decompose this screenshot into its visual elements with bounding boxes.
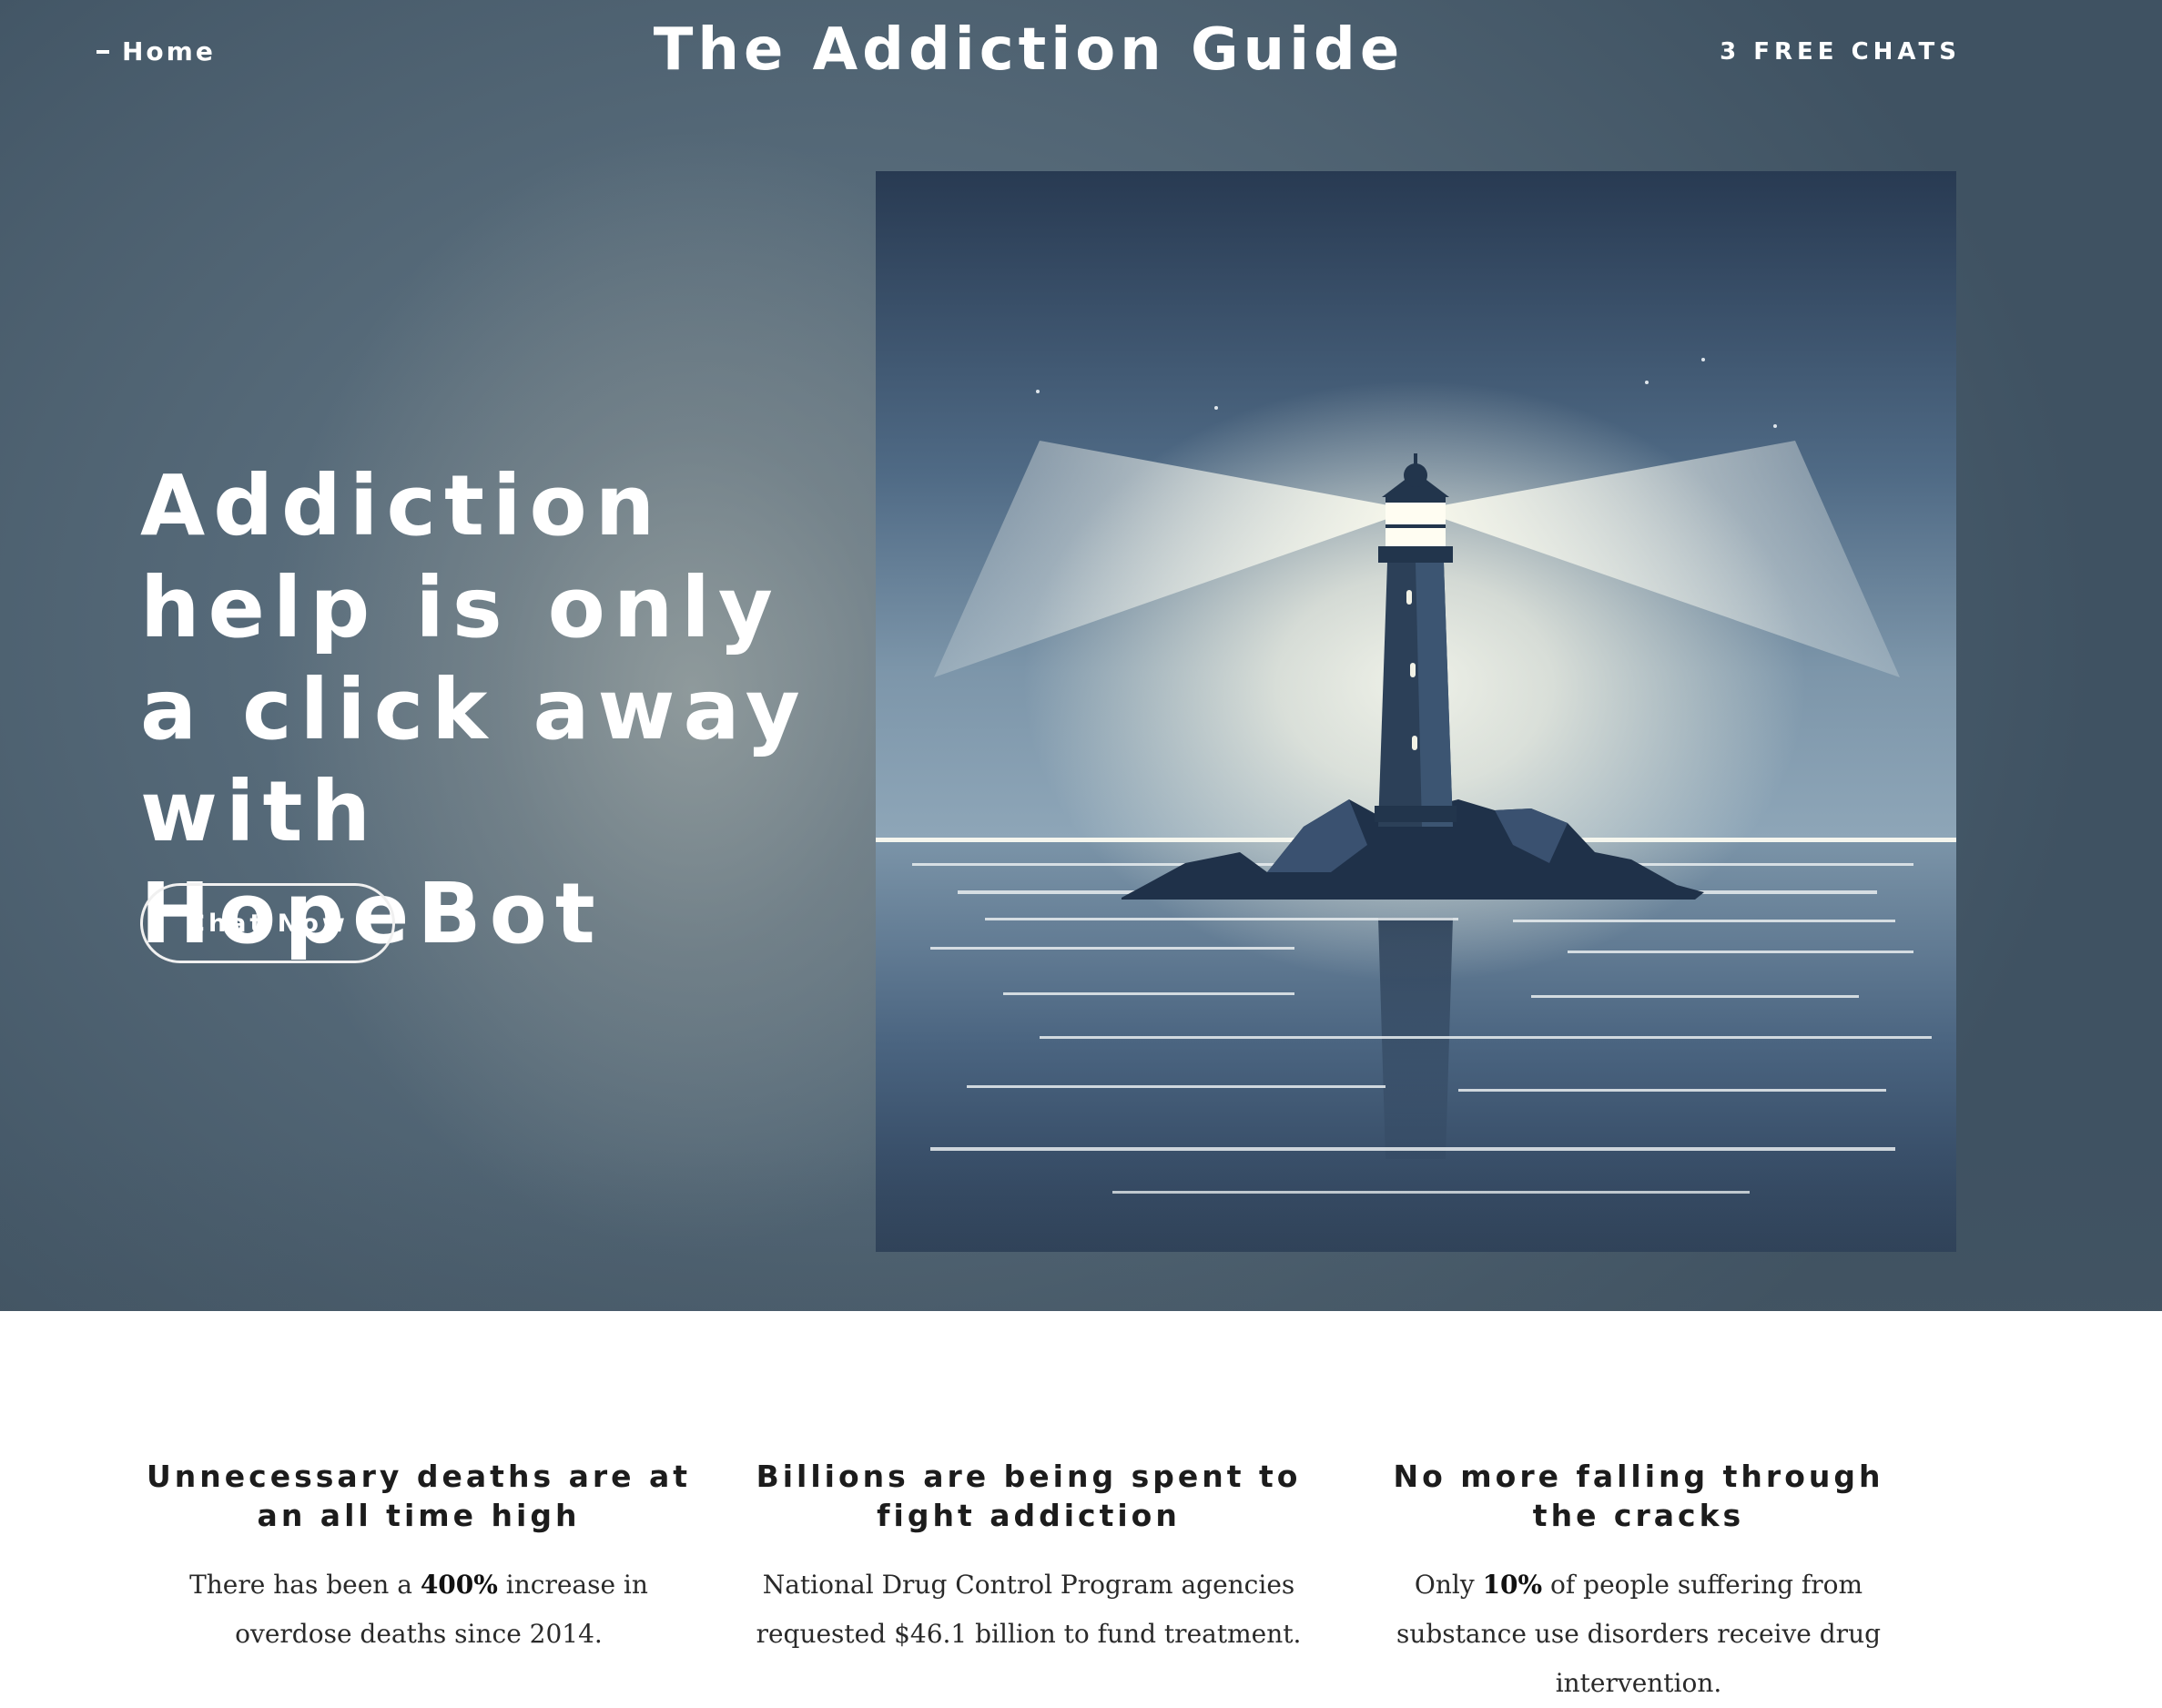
chat-now-button[interactable]: Chat Now (140, 883, 395, 963)
feature-text: Only 10% of people suffering from substa… (1365, 1561, 1912, 1708)
feature-title: No more falling through the cracks (1393, 1459, 1884, 1533)
top-navigation: Home The Addiction Guide 3 FREE CHATS (0, 0, 2162, 105)
feature-title: Billions are being spent to fight addict… (756, 1459, 1302, 1533)
lighthouse-illustration (876, 171, 1956, 1252)
feature-card-cracks: No more falling through the cracks Only … (1365, 1457, 1912, 1708)
free-chats-link[interactable]: 3 FREE CHATS (1720, 38, 1961, 66)
feature-highlight: 400% (420, 1570, 498, 1600)
feature-text: National Drug Control Program agencies r… (756, 1561, 1302, 1659)
hero-section: Home The Addiction Guide 3 FREE CHATS Ad… (0, 0, 2162, 1311)
feature-text-before: There has been a (189, 1570, 421, 1600)
feature-text: There has been a 400% increase in overdo… (146, 1561, 692, 1659)
feature-text-before: Only (1414, 1570, 1483, 1600)
features-section: Unnecessary deaths are at an all time hi… (0, 1311, 2162, 1698)
feature-text-before: National Drug Control Program agencies r… (756, 1570, 1302, 1649)
feature-title: Unnecessary deaths are at an all time hi… (146, 1459, 692, 1533)
feature-highlight: 10% (1482, 1570, 1543, 1600)
feature-card-billions: Billions are being spent to fight addict… (756, 1457, 1302, 1659)
feature-card-deaths: Unnecessary deaths are at an all time hi… (146, 1457, 692, 1659)
lighthouse-icon (876, 171, 1956, 1252)
